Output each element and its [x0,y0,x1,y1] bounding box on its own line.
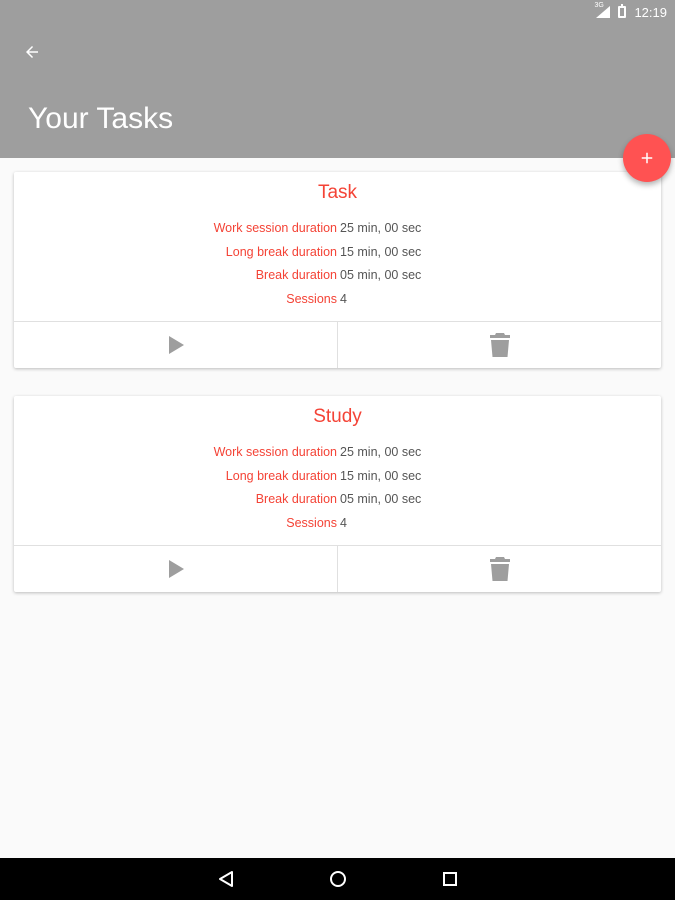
long-break-row: Long break duration 15 min, 00 sec [14,240,661,264]
long-break-value: 15 min, 00 sec [340,468,422,483]
work-duration-row: Work session duration 25 min, 00 sec [14,216,661,240]
break-row: Break duration 05 min, 00 sec [14,264,661,288]
play-button[interactable] [14,546,337,592]
status-bar: 3G 12:19 [0,0,675,24]
task-card: Study Work session duration 25 min, 00 s… [14,396,661,592]
back-button[interactable] [14,34,50,70]
trash-icon [489,333,510,357]
work-duration-label: Work session duration [213,220,337,235]
sessions-row: Sessions 4 [14,511,661,535]
work-duration-value: 25 min, 00 sec [340,444,422,459]
long-break-value: 15 min, 00 sec [340,244,422,259]
work-duration-label: Work session duration [213,444,337,459]
sessions-label: Sessions [286,292,337,307]
break-row: Break duration 05 min, 00 sec [14,488,661,512]
navigation-bar [0,858,675,900]
arrow-back-icon [26,46,38,58]
nav-back-button[interactable] [170,870,282,888]
card-actions [14,321,661,368]
long-break-row: Long break duration 15 min, 00 sec [14,464,661,488]
battery-icon [618,4,627,18]
task-title: Task [317,182,358,203]
trash-icon [489,557,510,581]
break-value: 05 min, 00 sec [340,268,422,283]
sessions-label: Sessions [286,516,337,531]
delete-button[interactable] [337,322,661,368]
triangle-back-icon [218,871,233,887]
add-task-button[interactable] [623,134,671,182]
network-type: 3G [594,2,604,9]
break-label: Break duration [255,268,337,283]
work-duration-value: 25 min, 00 sec [340,220,422,235]
square-recent-icon [442,872,457,886]
sessions-value: 4 [340,516,347,531]
circle-home-icon [329,871,346,887]
task-card: Task Work session duration 25 min, 00 se… [14,172,661,368]
play-button[interactable] [14,322,337,368]
play-icon [168,336,184,354]
sessions-value: 4 [340,292,347,307]
break-value: 05 min, 00 sec [340,492,422,507]
status-time: 12:19 [634,4,667,20]
plus-icon [641,152,653,164]
long-break-label: Long break duration [225,244,337,259]
nav-home-button[interactable] [282,870,394,888]
nav-recent-button[interactable] [394,871,506,887]
play-icon [168,560,184,578]
app-bar: Your Tasks [0,24,675,158]
page-title: Your Tasks [28,102,174,135]
work-duration-row: Work session duration 25 min, 00 sec [14,440,661,464]
signal-icon: 3G [594,2,611,18]
break-label: Break duration [255,492,337,507]
sessions-row: Sessions 4 [14,287,661,311]
card-actions [14,545,661,592]
delete-button[interactable] [337,546,661,592]
long-break-label: Long break duration [225,468,337,483]
task-title: Study [313,406,362,427]
